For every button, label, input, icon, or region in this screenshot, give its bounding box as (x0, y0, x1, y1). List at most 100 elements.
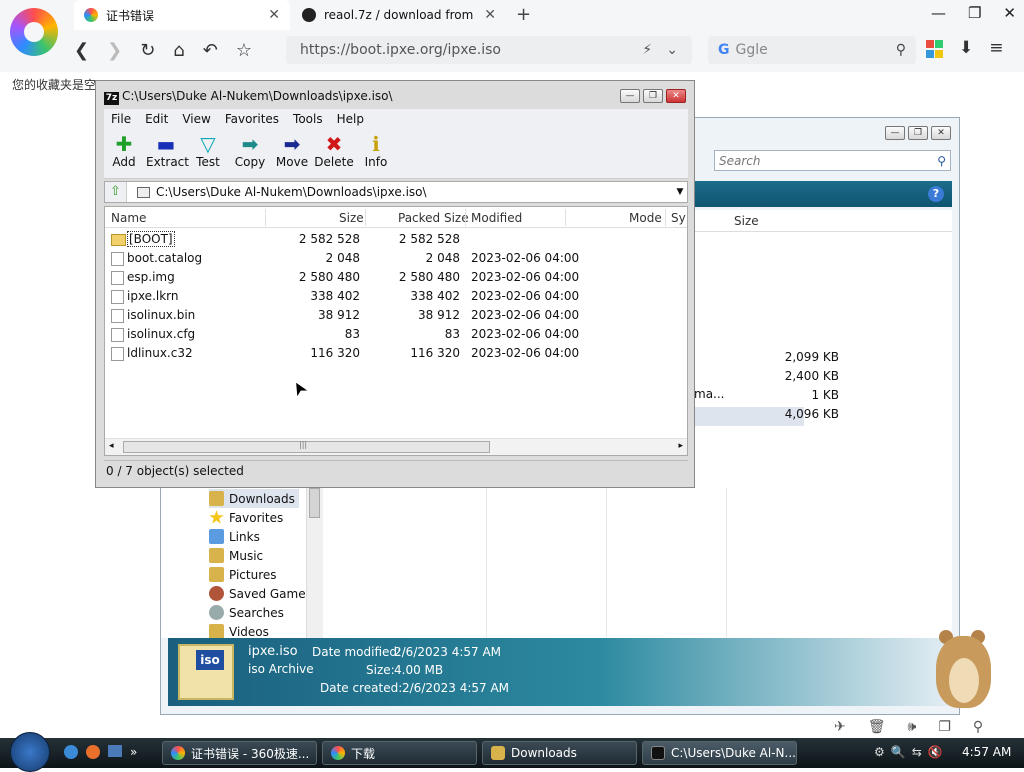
maximize-button[interactable]: ❐ (908, 126, 928, 140)
nav-item-pictures[interactable]: Pictures (209, 565, 277, 584)
undo-close-icon[interactable]: ↶ (203, 40, 218, 61)
taskbar-button-downloads[interactable]: Downloads (482, 741, 637, 765)
back-icon[interactable]: ❮ (74, 40, 89, 61)
start-button[interactable] (10, 732, 50, 772)
close-tab-icon[interactable]: ✕ (268, 7, 280, 23)
nav-item-searches[interactable]: Searches (209, 603, 284, 622)
copy-button[interactable]: ➡ Copy (230, 133, 270, 169)
nav-item-downloads[interactable]: Downloads (209, 489, 299, 508)
clock[interactable]: 4:57 AM (962, 745, 1011, 759)
column-divider[interactable] (465, 209, 466, 226)
info-button[interactable]: ℹ Info (356, 133, 396, 169)
table-row[interactable]: esp.img 2 580 480 2 580 480 2023-02-06 0… (105, 268, 687, 287)
lightning-icon[interactable]: ⚡ (642, 42, 652, 58)
bookmark-star-icon[interactable]: ☆ (236, 40, 252, 61)
horizontal-scrollbar[interactable]: ◂ ||| ▸ (105, 438, 687, 455)
tab-certificate-error[interactable]: 证书错误 ✕ (74, 0, 290, 30)
column-mode[interactable]: Mode (629, 211, 662, 225)
scroll-thumb[interactable]: ||| (123, 440, 490, 453)
volume-muted-icon[interactable]: 🔇 (928, 745, 943, 759)
nav-pane-scroll-thumb[interactable] (309, 488, 320, 518)
tab-download[interactable]: reaol.7z / download from bas! ✕ (292, 0, 506, 30)
search-box[interactable]: G Ggle ⚲ (708, 36, 916, 64)
taskbar-button-browser[interactable]: 证书错误 - 360极速... (162, 741, 317, 765)
nav-item-music[interactable]: Music (209, 546, 263, 565)
column-divider[interactable] (665, 209, 666, 226)
scroll-left-icon[interactable]: ◂ (109, 441, 114, 451)
table-row[interactable]: [BOOT] 2 582 528 2 582 528 (105, 230, 687, 249)
minimize-button[interactable]: — (620, 89, 640, 103)
show-desktop-icon[interactable] (108, 745, 122, 757)
menu-file[interactable]: File (104, 112, 138, 126)
menu-help[interactable]: Help (330, 112, 371, 126)
menu-favorites[interactable]: Favorites (218, 112, 286, 126)
close-button[interactable]: ✕ (666, 89, 686, 103)
column-divider[interactable] (265, 209, 266, 226)
test-button[interactable]: ▽ Test (188, 133, 228, 169)
column-system[interactable]: Sy (671, 211, 686, 225)
explorer-column-header[interactable]: Size (694, 210, 952, 232)
column-divider[interactable] (365, 209, 366, 226)
settings-tray-icon[interactable]: ⚙ (874, 745, 885, 759)
folder-up-icon[interactable]: ⇧ (105, 182, 127, 202)
table-row[interactable]: isolinux.cfg 83 83 2023-02-06 04:00 (105, 325, 687, 344)
column-size[interactable]: Size (339, 211, 364, 225)
search-icon[interactable]: ⚲ (973, 719, 983, 735)
column-divider[interactable] (565, 209, 566, 226)
network-tray-icon[interactable]: ⇆ (912, 745, 922, 759)
taskbar-button-downloads-cn[interactable]: 下载 (322, 741, 477, 765)
close-button[interactable]: ✕ (1003, 4, 1016, 22)
more-icon[interactable]: » (130, 745, 137, 759)
airplane-icon[interactable]: ✈ (834, 719, 846, 735)
ie-icon[interactable] (64, 745, 78, 759)
download-icon[interactable]: ⬇ (959, 38, 973, 58)
close-tab-icon[interactable]: ✕ (484, 7, 496, 23)
restore-button[interactable]: ❐ (968, 4, 981, 22)
move-button[interactable]: ➡ Move (272, 133, 312, 169)
firefox-icon[interactable] (86, 745, 100, 759)
forward-icon[interactable]: ❯ (107, 40, 122, 61)
add-button[interactable]: ✚ Add (104, 133, 144, 169)
apps-grid-icon[interactable] (926, 40, 943, 58)
address-bar[interactable]: https://boot.ipxe.org/ipxe.iso ⚡ ⌄ (286, 36, 692, 64)
file-icon (111, 252, 124, 266)
home-icon[interactable]: ⌂ (173, 40, 184, 61)
nav-item-saved-games[interactable]: Saved Games (209, 584, 312, 603)
nav-item-links[interactable]: Links (209, 527, 260, 546)
close-button[interactable]: ✕ (931, 126, 951, 140)
table-row[interactable]: ipxe.lkrn 338 402 338 402 2023-02-06 04:… (105, 287, 687, 306)
archive-file-list[interactable]: Name Size Packed Size Modified Mode Sy [… (104, 206, 688, 456)
reload-icon[interactable]: ↻ (140, 40, 155, 61)
extract-button[interactable]: ▬ Extract (146, 133, 189, 169)
maximize-button[interactable]: ❐ (643, 89, 663, 103)
search-icon[interactable]: ⚲ (896, 42, 906, 58)
column-packed-size[interactable]: Packed Size (398, 211, 469, 225)
search-tray-icon[interactable]: 🔍 (891, 745, 906, 759)
help-icon[interactable]: ? (928, 186, 944, 202)
scroll-right-icon[interactable]: ▸ (678, 441, 683, 451)
table-row[interactable]: boot.catalog 2 048 2 048 2023-02-06 04:0… (105, 249, 687, 268)
delete-button[interactable]: ✖ Delete (314, 133, 354, 169)
column-modified[interactable]: Modified (471, 211, 522, 225)
trash-icon[interactable]: 🗑 (868, 719, 886, 735)
table-row[interactable]: isolinux.bin 38 912 38 912 2023-02-06 04… (105, 306, 687, 325)
new-tab-button[interactable]: + (516, 4, 531, 25)
chevron-down-icon[interactable]: ⌄ (666, 42, 678, 58)
chevron-down-icon[interactable]: ▼ (673, 187, 687, 197)
menu-icon[interactable]: ≡ (989, 38, 1003, 58)
menu-tools[interactable]: Tools (286, 112, 330, 126)
column-name[interactable]: Name (111, 211, 146, 225)
table-row[interactable]: ldlinux.c32 116 320 116 320 2023-02-06 0… (105, 344, 687, 363)
explorer-search-input[interactable]: Search ⚲ (714, 150, 951, 171)
window-icon[interactable]: ❐ (938, 719, 951, 735)
minimize-button[interactable]: — (885, 126, 905, 140)
path-bar[interactable]: ⇧ C:\Users\Duke Al-Nukem\Downloads\ipxe.… (104, 181, 688, 203)
menu-view[interactable]: View (175, 112, 217, 126)
menu-edit[interactable]: Edit (138, 112, 175, 126)
minimize-button[interactable]: — (931, 4, 946, 22)
taskbar-button-7zip[interactable]: C:\Users\Duke Al-N... (642, 741, 797, 765)
nav-item-favorites[interactable]: Favorites (209, 508, 283, 527)
7zip-window[interactable]: 7z C:\Users\Duke Al-Nukem\Downloads\ipxe.… (95, 80, 695, 488)
search-icon[interactable]: ⚲ (937, 154, 946, 168)
speaker-icon[interactable]: 🕪 (908, 719, 917, 735)
